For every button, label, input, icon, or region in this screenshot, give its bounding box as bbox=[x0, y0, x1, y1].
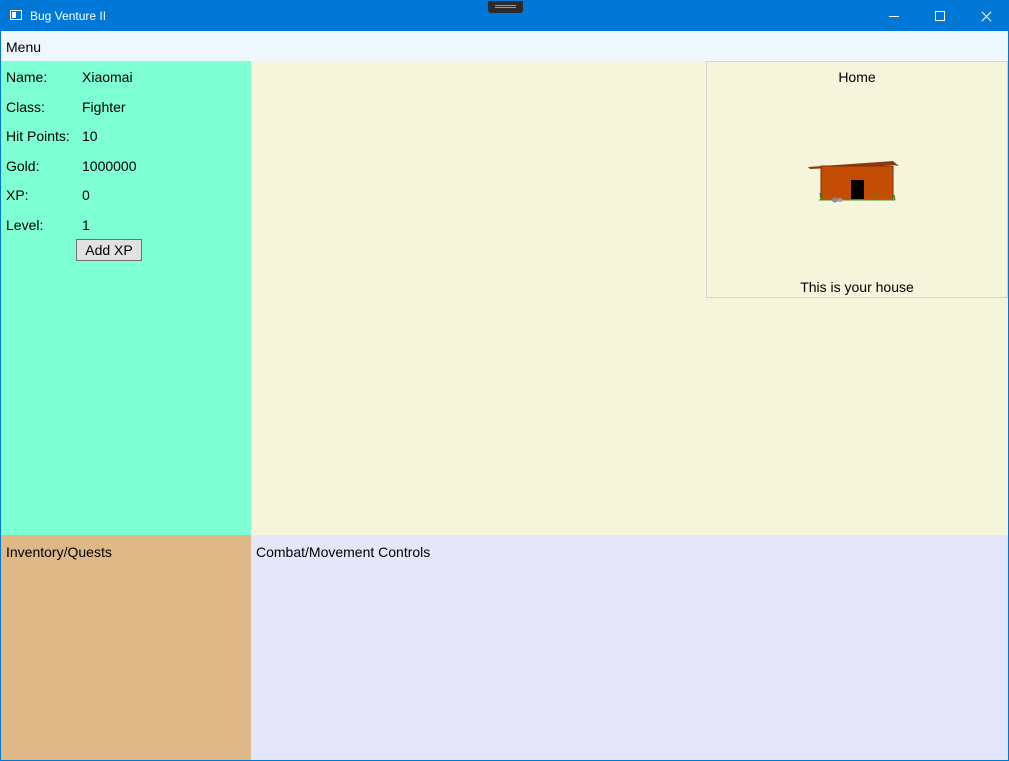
location-panel: Home This is your house bbox=[706, 61, 1008, 298]
title-bar[interactable]: Bug Venture II bbox=[1, 1, 1008, 31]
menu-bar: Menu bbox=[1, 31, 1008, 61]
player-level-value: 1 bbox=[82, 217, 90, 233]
player-hit-points-value: 10 bbox=[82, 128, 98, 144]
stat-label: Class: bbox=[6, 99, 45, 115]
close-button[interactable] bbox=[963, 1, 1008, 31]
stat-label: Gold: bbox=[6, 158, 40, 174]
player-name-value: Xiaomai bbox=[82, 69, 133, 85]
app-window: Bug Venture II Menu Name: Xiaomai Class:… bbox=[0, 0, 1009, 761]
location-name: Home bbox=[838, 69, 876, 85]
location-description: This is your house bbox=[800, 279, 914, 295]
combat-movement-panel: Combat/Movement Controls bbox=[251, 535, 1008, 760]
drag-handle[interactable] bbox=[488, 1, 523, 13]
window-title: Bug Venture II bbox=[30, 9, 107, 23]
player-gold-value: 1000000 bbox=[82, 158, 137, 174]
stat-label: XP: bbox=[6, 187, 29, 203]
inventory-quests-panel: Inventory/Quests bbox=[1, 535, 251, 760]
stat-label: Name: bbox=[6, 69, 48, 85]
stat-label: Level: bbox=[6, 217, 44, 233]
player-stats-panel: Name: Xiaomai Class: Fighter Hit Points:… bbox=[1, 61, 251, 535]
stat-row-xp: XP: 0 bbox=[1, 187, 251, 207]
stat-row-name: Name: Xiaomai bbox=[1, 69, 251, 89]
stat-row-gold: Gold: 1000000 bbox=[1, 158, 251, 178]
stat-row-hit-points: Hit Points: 10 bbox=[1, 128, 251, 148]
inventory-panel-label: Inventory/Quests bbox=[6, 544, 112, 560]
maximize-button[interactable] bbox=[917, 1, 963, 31]
stat-row-level: Level: 1 bbox=[1, 217, 251, 237]
player-class-value: Fighter bbox=[82, 99, 126, 115]
controls-panel-label: Combat/Movement Controls bbox=[256, 544, 431, 560]
minimize-button[interactable] bbox=[871, 1, 917, 31]
player-xp-value: 0 bbox=[82, 187, 90, 203]
stat-label: Hit Points: bbox=[6, 128, 70, 144]
menu-item[interactable]: Menu bbox=[6, 39, 41, 55]
house-icon bbox=[808, 161, 899, 203]
add-xp-button[interactable]: Add XP bbox=[76, 239, 142, 261]
app-icon bbox=[10, 10, 22, 20]
stat-row-class: Class: Fighter bbox=[1, 99, 251, 119]
